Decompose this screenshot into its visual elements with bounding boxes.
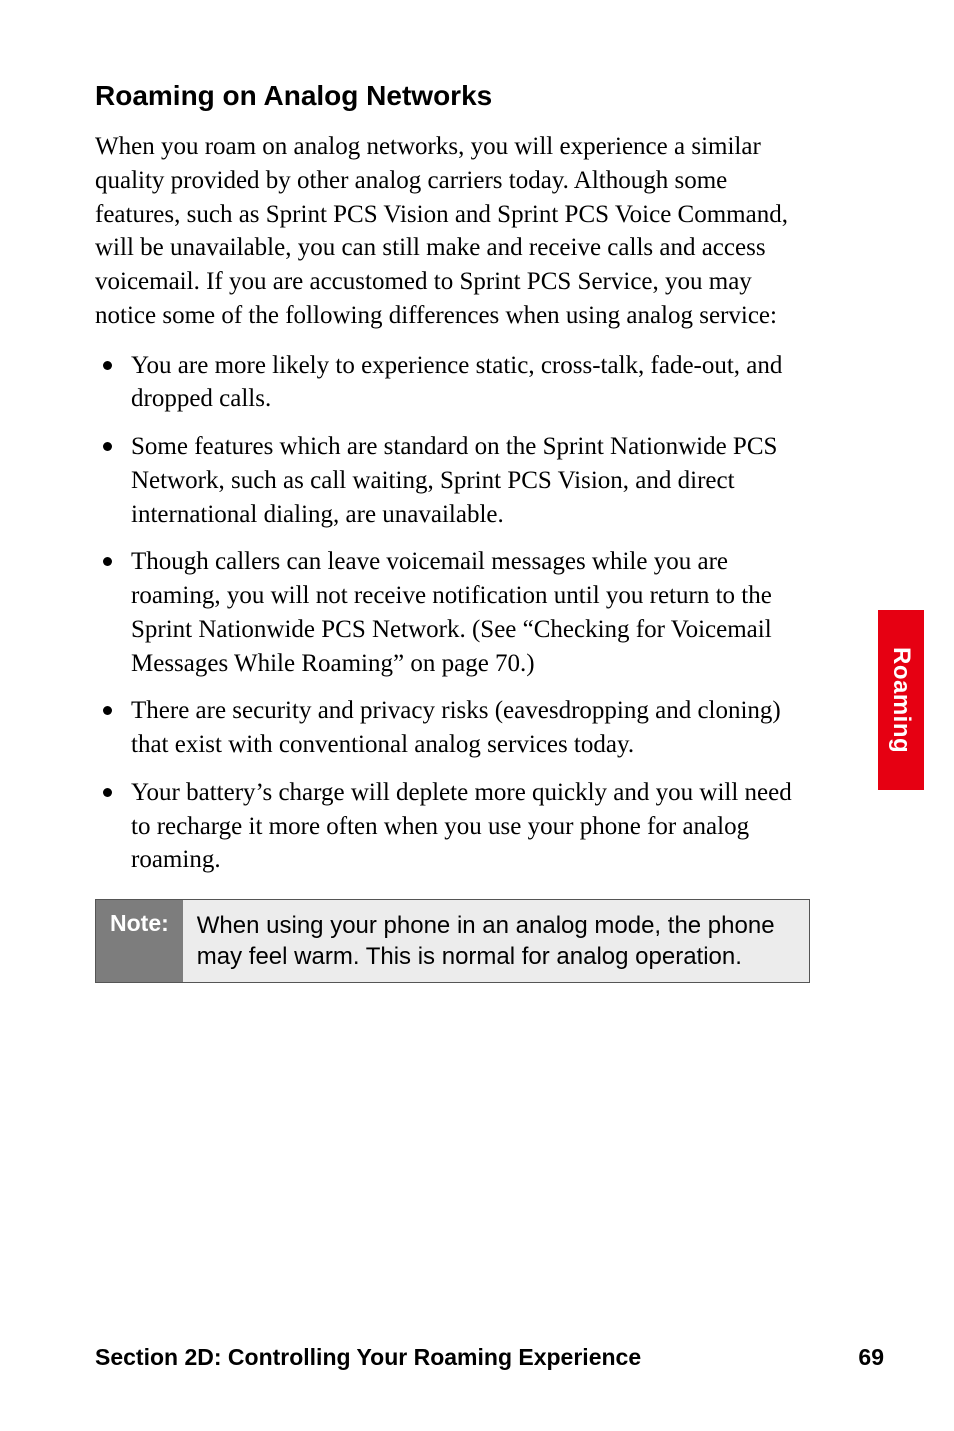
section-heading: Roaming on Analog Networks bbox=[95, 80, 810, 112]
list-item: Some features which are standard on the … bbox=[95, 430, 810, 531]
note-text: When using your phone in an analog mode,… bbox=[183, 900, 809, 982]
page-content: Roaming on Analog Networks When you roam… bbox=[95, 80, 810, 983]
note-label: Note: bbox=[96, 900, 183, 982]
page-footer: Section 2D: Controlling Your Roaming Exp… bbox=[95, 1344, 884, 1371]
bullet-list: You are more likely to experience static… bbox=[95, 349, 810, 878]
note-box: Note: When using your phone in an analog… bbox=[95, 899, 810, 983]
side-tab-text: Roaming bbox=[887, 647, 915, 753]
side-tab: Roaming bbox=[878, 610, 924, 790]
footer-section: Section 2D: Controlling Your Roaming Exp… bbox=[95, 1344, 641, 1371]
list-item: Though callers can leave voicemail messa… bbox=[95, 545, 810, 680]
list-item: You are more likely to experience static… bbox=[95, 349, 810, 417]
intro-paragraph: When you roam on analog networks, you wi… bbox=[95, 130, 810, 333]
footer-page-number: 69 bbox=[858, 1344, 884, 1371]
list-item: Your battery’s charge will deplete more … bbox=[95, 776, 810, 877]
list-item: There are security and privacy risks (ea… bbox=[95, 694, 810, 762]
